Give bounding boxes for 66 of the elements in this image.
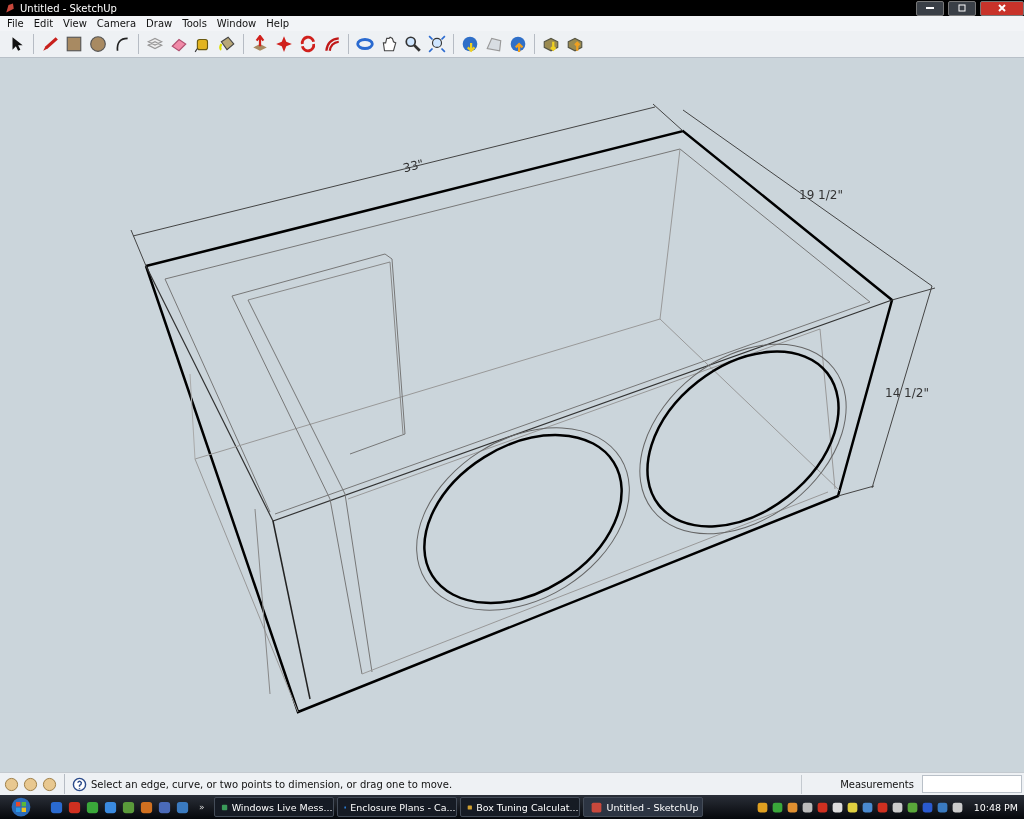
measurements-label: Measurements [801, 774, 918, 794]
tray-icon[interactable] [800, 800, 814, 814]
taskbar-button[interactable]: Box Tuning Calculat... [459, 797, 580, 817]
rotate-icon[interactable] [299, 35, 317, 53]
circle-badge-icon[interactable] [4, 776, 19, 792]
tray-icon[interactable] [785, 800, 799, 814]
menu-item[interactable]: Edit [28, 18, 59, 29]
tray-icon[interactable] [890, 800, 904, 814]
measurements-field[interactable] [922, 775, 1022, 793]
menu-item[interactable]: Tools [177, 18, 212, 29]
tray-icon[interactable] [755, 800, 769, 814]
dimension-label: 19 1/2" [799, 188, 843, 202]
paint-bucket-icon[interactable] [218, 35, 236, 53]
taskbar-button[interactable]: Enclosure Plans - Ca... [336, 797, 457, 817]
zoom-extents-icon[interactable] [428, 35, 446, 53]
box-upload-icon[interactable] [566, 35, 584, 53]
quick-launch-icon[interactable] [121, 799, 136, 815]
tray-icon[interactable] [830, 800, 844, 814]
menu-item[interactable]: Camera [91, 18, 142, 29]
quick-launch-icon[interactable] [157, 799, 172, 815]
start-orb-icon[interactable] [11, 797, 31, 817]
circle-badge-icon[interactable] [23, 776, 38, 792]
sketchup-logo-icon[interactable] [4, 2, 16, 14]
maximize-icon [958, 4, 966, 12]
menu-item[interactable]: File [2, 18, 29, 29]
circle-badge-icon[interactable] [42, 776, 57, 792]
quick-launch-icon[interactable] [139, 799, 154, 815]
pan-hand-icon[interactable] [380, 35, 398, 53]
box-download-icon[interactable] [542, 35, 560, 53]
dimension-label: 14 1/2" [885, 386, 929, 400]
globe-upload-icon[interactable] [509, 35, 527, 53]
minimize-icon [926, 6, 934, 10]
quick-launch-icon[interactable] [49, 799, 64, 815]
quick-launch-icon[interactable] [67, 799, 82, 815]
tray-icon[interactable] [950, 800, 964, 814]
minimize-button[interactable] [916, 0, 944, 16]
menu-item[interactable]: Window [211, 18, 262, 29]
offset-icon[interactable] [323, 35, 341, 53]
quick-launch-icon[interactable] [85, 799, 100, 815]
globe-download-icon[interactable] [461, 35, 479, 53]
zoom-icon[interactable] [404, 35, 422, 53]
move-arrows-icon[interactable] [275, 35, 293, 53]
close-button[interactable] [980, 0, 1024, 16]
tray-icon[interactable] [905, 800, 919, 814]
window-title: Untitled - SketchUp [20, 2, 118, 14]
tray-icon[interactable] [845, 800, 859, 814]
taskbar-button[interactable]: Windows Live Mess... [213, 797, 334, 817]
status-hint: Select an edge, curve, or two points to dimension, or drag one to move. [91, 778, 454, 790]
pencil-icon[interactable] [41, 35, 59, 53]
overflow-chevron[interactable]: » [199, 802, 205, 812]
dimension-label: 33" [401, 156, 426, 176]
menu-item[interactable]: Help [261, 18, 295, 29]
help-icon[interactable] [72, 776, 87, 792]
quick-launch-icon[interactable] [175, 799, 190, 815]
menu-item[interactable]: Draw [141, 18, 178, 29]
rectangle-icon[interactable] [65, 35, 83, 53]
close-icon [998, 4, 1006, 12]
menu-item[interactable]: View [58, 18, 92, 29]
circle-icon[interactable] [89, 35, 107, 53]
maximize-button[interactable] [948, 0, 976, 16]
push-pull-icon[interactable] [251, 35, 269, 53]
taskbar-button[interactable]: Untitled - SketchUp [582, 797, 703, 817]
orbit-icon[interactable] [356, 35, 374, 53]
tray-icon[interactable] [770, 800, 784, 814]
clock: 10:48 PM [973, 801, 1018, 813]
quick-launch-icon[interactable] [103, 799, 118, 815]
